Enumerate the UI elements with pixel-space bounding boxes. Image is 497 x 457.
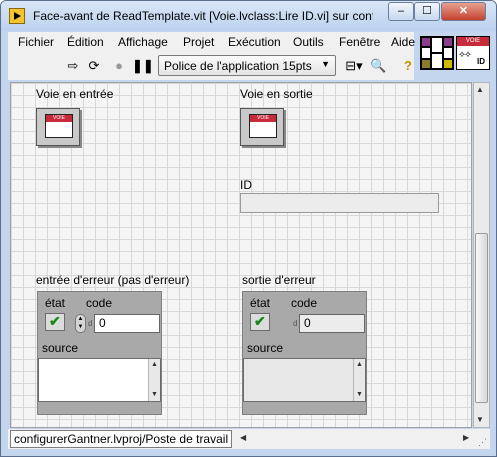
class-icon-header: VOIE — [250, 115, 276, 122]
status-label: état — [250, 296, 271, 310]
class-control-frame: VOIE — [36, 108, 80, 146]
menu-edition[interactable]: Édition — [67, 35, 104, 49]
scroll-down-icon[interactable]: ▼ — [151, 391, 158, 398]
resize-grip-icon[interactable]: ⋰ — [478, 437, 487, 448]
connector-terminal — [443, 37, 453, 47]
code-input[interactable]: 0 — [94, 314, 160, 333]
source-indicator: ▲ ▼ — [243, 358, 366, 402]
font-select-value: Police de l'application 15pts — [164, 59, 312, 73]
source-label: source — [42, 341, 79, 355]
vi-icon[interactable]: VOIE ⟡⟡ ID — [456, 36, 490, 70]
close-button[interactable]: ✕ — [441, 2, 486, 21]
error-out-cluster: état code d 0 source ▲ ▼ — [242, 291, 367, 415]
align-objects-icon[interactable]: ⊟▾ — [343, 58, 365, 74]
connector-terminal — [443, 47, 453, 59]
menu-bar: Fichier Édition Affichage Projet Exécuti… — [8, 32, 415, 52]
source-label: source — [247, 341, 284, 355]
output-class-indicator: VOIE — [240, 108, 286, 148]
connector-terminal — [431, 53, 443, 69]
abort-icon[interactable]: ● — [111, 58, 127, 74]
vi-icon-text: ID — [477, 57, 485, 66]
connector-terminal — [421, 59, 431, 69]
status-label: état — [45, 296, 66, 310]
menu-outils[interactable]: Outils — [293, 35, 324, 49]
toolbar: ⇨ ⟳ ● ❚❚ Police de l'application 15pts ▼… — [8, 52, 414, 80]
vi-icon-header: VOIE — [457, 37, 489, 46]
menu-aide[interactable]: Aide — [391, 35, 415, 49]
vertical-scrollbar[interactable]: ▲ ▼ — [473, 82, 490, 428]
connector-pane-icon[interactable] — [420, 36, 454, 70]
source-scrollbar[interactable]: ▲ ▼ — [148, 359, 160, 401]
connector-terminal — [421, 37, 431, 47]
search-icon[interactable]: 🔍 — [370, 58, 386, 74]
code-label: code — [86, 296, 113, 310]
project-path: configurerGantner.lvproj/Poste de travai… — [10, 430, 233, 448]
code-increment-decrement[interactable]: ▲ ▼ — [75, 314, 86, 333]
scroll-up-icon[interactable]: ▲ — [151, 361, 158, 368]
vi-icon-glyph: ⟡⟡ — [459, 49, 471, 59]
connector-terminal — [421, 47, 431, 59]
scroll-right-icon[interactable]: ▶ — [463, 433, 469, 442]
status-led — [250, 313, 270, 331]
run-arrow-icon[interactable]: ⇨ — [65, 58, 81, 74]
class-icon-header: VOIE — [46, 115, 72, 122]
pause-icon[interactable]: ❚❚ — [132, 58, 154, 74]
source-scrollbar[interactable]: ▲ ▼ — [353, 359, 365, 401]
scroll-down-icon[interactable]: ▼ — [356, 391, 363, 398]
class-indicator-frame: VOIE — [240, 108, 284, 146]
id-label: ID — [240, 178, 252, 192]
scroll-up-icon[interactable]: ▲ — [476, 85, 484, 94]
error-out-label: sortie d'erreur — [242, 273, 316, 287]
font-select[interactable]: Police de l'application 15pts ▼ — [158, 55, 336, 76]
title-bar[interactable]: Face-avant de ReadTemplate.vit [Voie.lvc… — [1, 1, 496, 31]
status-checkbox[interactable] — [45, 313, 65, 331]
menu-projet[interactable]: Projet — [183, 35, 214, 49]
menu-affichage[interactable]: Affichage — [118, 35, 168, 49]
chevron-down-icon: ▼ — [321, 59, 330, 69]
code-label: code — [291, 296, 318, 310]
id-indicator — [240, 193, 439, 213]
connector-terminal — [431, 37, 443, 53]
run-continuously-icon[interactable]: ⟳ — [86, 58, 102, 74]
maximize-button[interactable]: ☐ — [414, 2, 440, 21]
input-class-control[interactable]: VOIE — [36, 108, 82, 148]
class-indicator-icon: VOIE — [249, 114, 277, 138]
scroll-down-icon[interactable]: ▼ — [476, 415, 484, 424]
connector-terminal — [443, 59, 453, 69]
help-icon[interactable]: ? — [400, 58, 416, 74]
minimize-button[interactable]: – — [388, 2, 414, 21]
scroll-thumb[interactable] — [475, 233, 488, 403]
input-class-label: Voie en entrée — [36, 87, 114, 101]
menu-fenetre[interactable]: Fenêtre — [339, 35, 380, 49]
window-title: Face-avant de ReadTemplate.vit [Voie.lvc… — [33, 9, 373, 23]
status-bar: configurerGantner.lvproj/Poste de travai… — [8, 429, 490, 449]
error-in-label: entrée d'erreur (pas d'erreur) — [36, 273, 190, 287]
scroll-up-icon[interactable]: ▲ — [356, 361, 363, 368]
error-in-cluster: état code ▲▼ d 0 source ▲ ▼ — [37, 291, 162, 415]
scroll-left-icon[interactable]: ◀ — [240, 433, 246, 442]
menu-fichier[interactable]: Fichier — [18, 35, 54, 49]
vi-front-panel-window: Face-avant de ReadTemplate.vit [Voie.lvc… — [0, 0, 497, 457]
labview-vi-icon — [9, 8, 25, 24]
class-control-icon: VOIE — [45, 114, 73, 138]
menu-execution[interactable]: Exécution — [228, 35, 281, 49]
source-input[interactable]: ▲ ▼ — [38, 358, 161, 402]
code-indicator: 0 — [299, 314, 365, 333]
output-class-label: Voie en sortie — [240, 87, 313, 101]
